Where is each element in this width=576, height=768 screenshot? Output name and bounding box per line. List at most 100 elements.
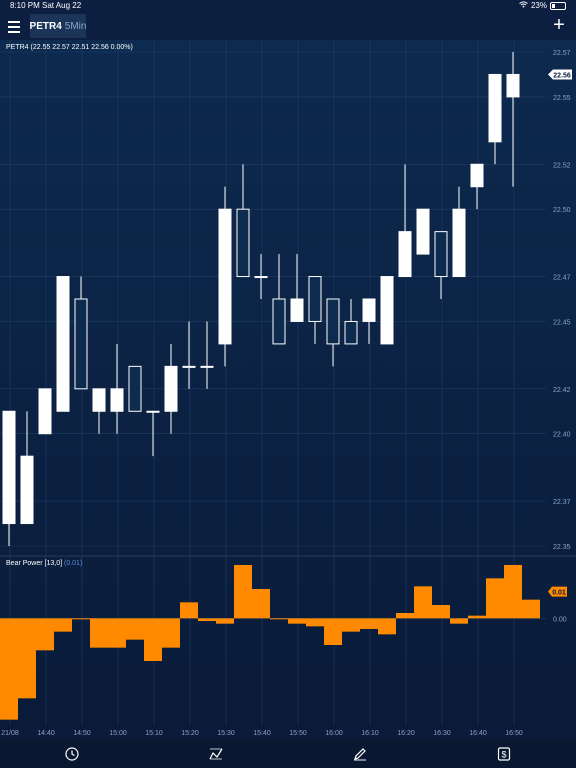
x-tick-label: 16:30 — [433, 730, 451, 737]
bear-power-bar — [522, 599, 540, 619]
dollar-icon[interactable]: $ — [496, 746, 512, 762]
bear-power-bar — [288, 618, 306, 624]
candle-body — [326, 298, 340, 345]
bear-power-bar — [504, 565, 522, 619]
candle-body — [74, 298, 88, 390]
x-tick-label: 15:30 — [217, 730, 235, 737]
candle-body — [452, 208, 466, 278]
bear-power-bar — [234, 565, 252, 619]
add-button[interactable]: + — [552, 15, 566, 35]
bear-power-bar — [468, 615, 486, 619]
bear-power-bar — [216, 618, 234, 624]
pencil-icon[interactable] — [352, 746, 368, 762]
chart-area[interactable]: 22.57 22.55 22.52 22.50 22.47 22.45 22.42 22.40… — [0, 40, 576, 740]
bear-power-bar — [36, 618, 54, 651]
x-tick-label: 14:40 — [37, 730, 55, 737]
candle-body — [272, 298, 286, 345]
bear-power-bar — [126, 618, 144, 640]
candle-body — [146, 410, 160, 413]
indicator-legend: Bear Power [13,0] (0.01) — [6, 560, 82, 567]
price-legend: PETR4 (22.55 22.57 22.51 22.56 0.00%) — [6, 44, 133, 51]
bottom-toolbar: $ — [0, 740, 576, 768]
candle-body — [506, 73, 520, 98]
price-legend-text: PETR4 (22.55 22.57 22.51 22.56 0.00%) — [6, 44, 133, 51]
indicator-tick-label: 0.00 — [553, 616, 567, 623]
bear-power-bar — [162, 618, 180, 648]
menu-button[interactable] — [6, 17, 24, 35]
symbol-label: PETR4 — [29, 20, 62, 32]
price-tick-label: 22.50 — [553, 207, 571, 214]
candle-body — [200, 365, 214, 368]
candle-body — [344, 320, 358, 345]
bear-power-bar — [108, 618, 126, 648]
bear-power-bar — [72, 618, 90, 620]
x-tick-label: 16:00 — [325, 730, 343, 737]
status-date: Sat Aug 22 — [42, 1, 82, 10]
wifi-icon — [519, 1, 528, 10]
x-tick-label: 21/08 — [1, 730, 19, 737]
price-tick-label: 22.37 — [553, 499, 571, 506]
price-tick-label: 22.55 — [553, 95, 571, 102]
candle-body — [236, 208, 250, 278]
candle-body — [92, 388, 106, 412]
candle-body — [128, 365, 142, 412]
clock-icon[interactable] — [64, 746, 80, 762]
indicator-legend-text: Bear Power [13,0] — [6, 560, 63, 567]
bear-power-bar — [342, 618, 360, 632]
bear-power-bar — [18, 618, 36, 699]
bear-power-bar — [270, 618, 288, 620]
bear-power-bar — [54, 618, 72, 632]
bear-power-bar — [180, 602, 198, 619]
interval-label: 5Min — [64, 20, 87, 32]
x-tick-label: 15:20 — [181, 730, 199, 737]
candle-body — [110, 388, 124, 412]
x-tick-label: 15:50 — [289, 730, 307, 737]
price-tick-label: 22.42 — [553, 387, 571, 394]
bear-power-bar — [450, 618, 468, 624]
candle-body — [20, 455, 34, 525]
x-tick-label: 15:00 — [109, 730, 127, 737]
bear-power-bar — [324, 618, 342, 645]
nav-bar: PETR4 5Min + — [0, 12, 576, 40]
battery-icon — [550, 1, 566, 10]
bear-power-bar — [414, 586, 432, 619]
candle-body — [38, 388, 52, 435]
candle-body — [434, 231, 448, 278]
x-tick-label: 16:50 — [505, 730, 523, 737]
svg-text:$: $ — [501, 750, 506, 760]
chart-svg[interactable]: 22.57 22.55 22.52 22.50 22.47 22.45 22.42 22.40… — [0, 40, 576, 740]
current-indicator-label: 0.01 — [552, 590, 566, 597]
x-tick-label: 15:40 — [253, 730, 271, 737]
status-time: 8:10 PM — [10, 1, 40, 10]
bear-power-bar — [432, 605, 450, 619]
current-price-label: 22.56 — [553, 72, 571, 79]
candle-body — [380, 276, 394, 345]
bear-power-bar — [360, 618, 378, 629]
x-tick-label: 16:20 — [397, 730, 415, 737]
candle-body — [218, 208, 232, 345]
price-tick-label: 22.52 — [553, 162, 571, 169]
candle-body — [362, 298, 376, 322]
candle-body — [470, 163, 484, 188]
x-tick-label: 15:10 — [145, 730, 163, 737]
candle-body — [416, 208, 430, 255]
candle-body — [254, 276, 268, 279]
bear-power-bar — [306, 618, 324, 627]
bear-power-bar — [252, 589, 270, 619]
price-tick-label: 22.47 — [553, 275, 571, 282]
bear-power-bar — [90, 618, 108, 648]
bear-power-bar — [396, 613, 414, 619]
bear-power-bar — [486, 578, 504, 619]
bear-power-bar — [144, 618, 162, 661]
candle-body — [290, 298, 304, 322]
price-tick-label: 22.35 — [553, 544, 571, 551]
bear-power-bar — [0, 618, 18, 720]
symbol-tab[interactable]: PETR4 5Min — [30, 14, 86, 38]
battery-percent: 23% — [530, 1, 547, 10]
bear-power-bar — [378, 618, 396, 635]
indicator-icon[interactable] — [208, 746, 224, 762]
price-tick-label: 22.57 — [553, 50, 571, 57]
candle-body — [182, 365, 196, 368]
price-tick-label: 22.40 — [553, 432, 571, 439]
bear-power-bar — [198, 618, 216, 621]
